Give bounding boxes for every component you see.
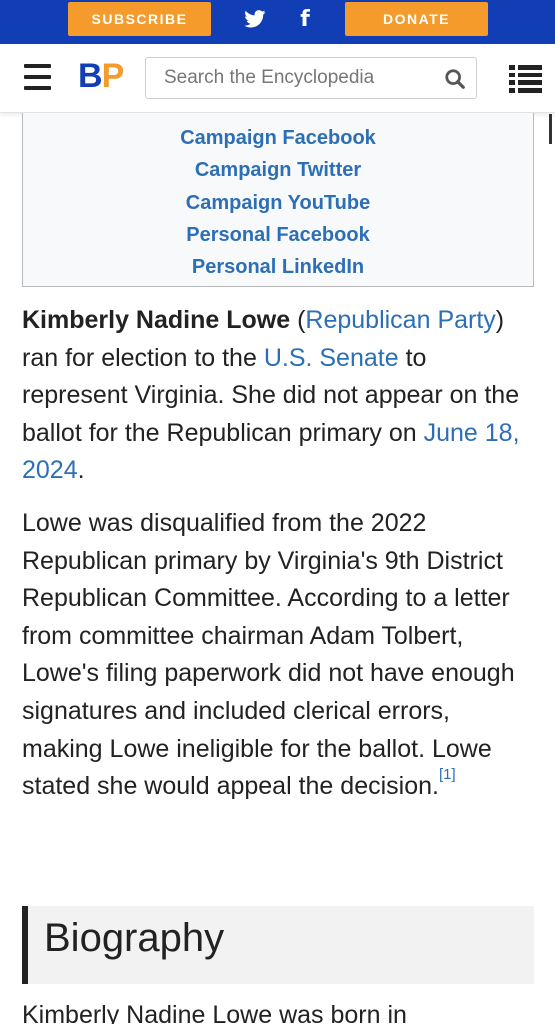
- footnote-1-link[interactable]: [1]: [439, 766, 456, 783]
- donate-button[interactable]: DONATE: [345, 2, 488, 36]
- subscribe-button[interactable]: SUBSCRIBE: [68, 2, 211, 36]
- republican-party-link[interactable]: Republican Party: [305, 306, 495, 334]
- disqualification-paragraph: Lowe was disqualified from the 2022 Repu…: [22, 505, 537, 806]
- intro-paragraph: Kimberly Nadine Lowe (Republican Party) …: [22, 302, 537, 490]
- link-personal-facebook[interactable]: Personal Facebook: [23, 222, 533, 254]
- twitter-bird-glyph: [244, 10, 266, 28]
- top-bar: SUBSCRIBE f DONATE: [0, 0, 555, 44]
- article-body: Kimberly Nadine Lowe (Republican Party) …: [22, 302, 537, 821]
- biography-paragraph: Kimberly Nadine Lowe was born in: [22, 1001, 407, 1024]
- facebook-icon[interactable]: f: [295, 6, 315, 32]
- twitter-icon[interactable]: [243, 6, 267, 32]
- logo-letter-b: B: [78, 57, 103, 95]
- logo-letter-p: P: [101, 57, 125, 95]
- site-header: BP: [0, 44, 555, 144]
- ballotpedia-logo[interactable]: BP: [78, 57, 125, 97]
- text-run: ): [495, 306, 505, 334]
- hamburger-line: [24, 86, 51, 90]
- link-campaign-facebook[interactable]: Campaign Facebook: [23, 125, 533, 157]
- search-box: [145, 57, 477, 99]
- search-input[interactable]: [146, 58, 436, 98]
- subject-name: Kimberly Nadine Lowe: [22, 306, 291, 334]
- text-run: (: [290, 306, 306, 334]
- us-senate-link[interactable]: U.S. Senate: [264, 344, 399, 372]
- search-icon[interactable]: [444, 68, 466, 90]
- hamburger-line: [24, 75, 51, 79]
- scrollbar-edge: [549, 114, 552, 144]
- footnote-ref: [1]: [439, 766, 456, 783]
- contact-links-list: Campaign Facebook Campaign Twitter Campa…: [23, 125, 533, 286]
- biography-section-header: Biography: [22, 906, 534, 984]
- text-run: Lowe was disqualified from the 2022 Repu…: [22, 508, 515, 801]
- text-run: ran for election to the: [22, 343, 264, 372]
- section-heading: Biography: [44, 916, 225, 960]
- link-campaign-twitter[interactable]: Campaign Twitter: [23, 157, 533, 189]
- table-of-contents-icon[interactable]: [509, 65, 542, 93]
- link-campaign-youtube[interactable]: Campaign YouTube: [23, 190, 533, 222]
- hamburger-line: [24, 64, 51, 68]
- link-personal-linkedin[interactable]: Personal LinkedIn: [23, 254, 533, 286]
- contact-links-box: Campaign Facebook Campaign Twitter Campa…: [22, 113, 534, 287]
- text-run: .: [77, 456, 85, 485]
- hamburger-menu-icon[interactable]: [24, 64, 51, 90]
